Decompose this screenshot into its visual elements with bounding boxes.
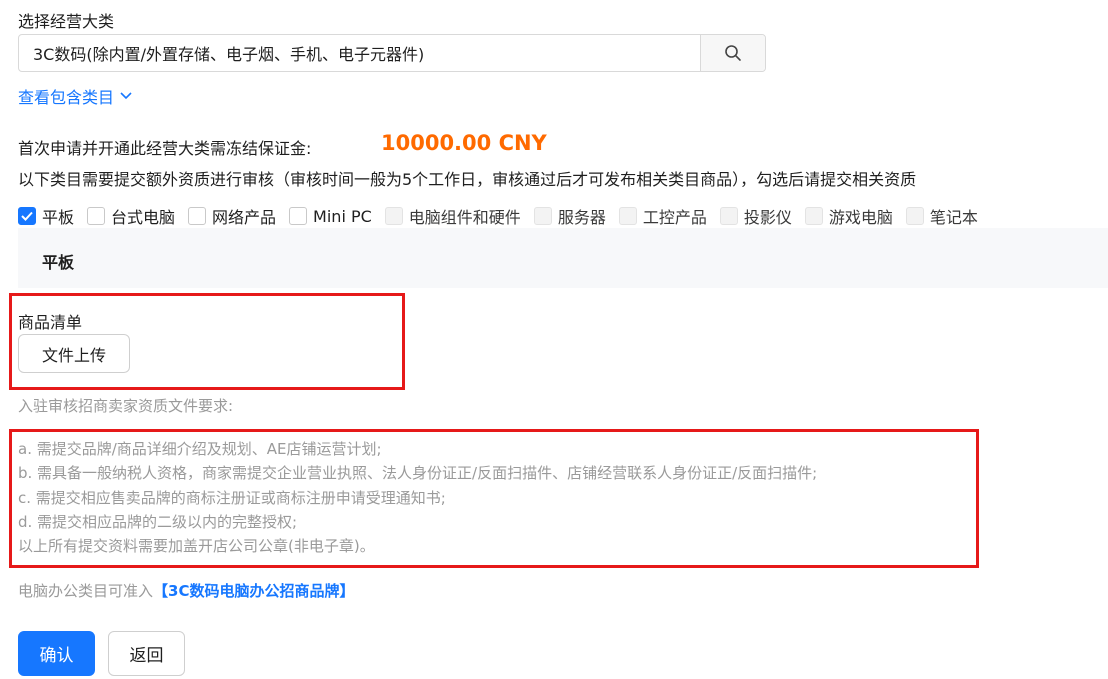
access-prefix: 电脑办公类目可准入 <box>18 582 154 600</box>
checkbox-icon <box>87 207 106 225</box>
category-checkbox-components[interactable]: 电脑组件和硬件 <box>384 204 521 228</box>
category-checkbox-group: 平板 台式电脑 网络产品 Mini PC 电脑组件和硬件 服务器 工控产品 投影… <box>18 204 991 228</box>
category-checkbox-projector[interactable]: 投影仪 <box>719 204 792 228</box>
checkbox-disabled-icon <box>905 207 924 225</box>
checkbox-disabled-icon <box>618 207 637 225</box>
category-select-input[interactable] <box>19 35 700 71</box>
category-checkbox-tablet[interactable]: 平板 <box>18 204 74 228</box>
category-checkbox-server[interactable]: 服务器 <box>533 204 606 228</box>
checkbox-disabled-icon <box>804 207 823 225</box>
search-icon <box>725 45 741 61</box>
category-label: 平板 <box>42 208 75 227</box>
category-checkbox-network[interactable]: 网络产品 <box>188 204 276 228</box>
category-checkbox-mini-pc[interactable]: Mini PC <box>289 207 372 226</box>
category-checkbox-laptop[interactable]: 笔记本 <box>905 204 978 228</box>
requirement-item: d. 需提交相应品牌的二级以内的完整授权; <box>18 512 298 531</box>
requirement-item: a. 需提交品牌/商品详细介绍及规划、AE店铺运营计划; <box>18 440 382 458</box>
category-label: Mini PC <box>313 206 372 226</box>
confirm-button[interactable]: 确认 <box>18 631 95 676</box>
checkbox-disabled-icon <box>719 207 738 225</box>
extra-qualification-note: 以下类目需要提交额外资质进行审核（审核时间一般为5个工作日，审核通过后才可发布相… <box>18 170 917 189</box>
category-label: 工控产品 <box>642 208 707 227</box>
requirements-list: a. 需提交品牌/商品详细介绍及规划、AE店铺运营计划; b. 需具备一般纳税人… <box>18 437 817 558</box>
checkbox-disabled-icon <box>533 207 552 225</box>
back-button[interactable]: 返回 <box>108 631 185 676</box>
requirement-item: 以上所有提交资料需要加盖开店公司公章(非电子章)。 <box>18 537 375 556</box>
category-select-label: 选择经营大类 <box>18 12 115 31</box>
view-included-categories-link[interactable]: 查看包含类目 <box>18 84 132 108</box>
goods-list-label: 商品清单 <box>18 313 83 332</box>
category-panel-header <box>18 228 1108 288</box>
category-label: 笔记本 <box>929 208 978 227</box>
view-included-categories-label: 查看包含类目 <box>18 88 115 107</box>
category-label: 服务器 <box>557 208 606 227</box>
category-label: 网络产品 <box>212 208 277 227</box>
category-panel-title: 平板 <box>42 253 75 272</box>
chevron-down-icon <box>120 92 132 100</box>
category-label: 游戏电脑 <box>828 208 893 227</box>
checkbox-disabled-icon <box>384 207 403 225</box>
checkbox-icon <box>188 207 207 225</box>
search-button[interactable] <box>700 35 765 71</box>
deposit-label: 首次申请并开通此经营大类需冻结保证金: <box>18 139 312 158</box>
category-checkbox-gaming-pc[interactable]: 游戏电脑 <box>804 204 893 228</box>
deposit-amount: 10000.00 CNY <box>381 131 547 155</box>
category-checkbox-industrial[interactable]: 工控产品 <box>618 204 707 228</box>
category-search-box <box>18 34 766 72</box>
requirement-item: b. 需具备一般纳税人资格，商家需提交企业营业执照、法人身份证正/反面扫描件、店… <box>18 464 818 483</box>
category-label: 投影仪 <box>743 208 792 227</box>
file-upload-button[interactable]: 文件上传 <box>18 334 130 373</box>
category-label: 台式电脑 <box>111 208 176 227</box>
checkbox-checked-icon <box>18 207 36 225</box>
access-note: 电脑办公类目可准入【3C数码电脑办公招商品牌】 <box>18 580 354 601</box>
category-label: 电脑组件和硬件 <box>408 208 521 227</box>
category-checkbox-desktop[interactable]: 台式电脑 <box>87 204 175 228</box>
requirement-item: c. 需提交相应售卖品牌的商标注册证或商标注册申请受理通知书; <box>18 488 446 507</box>
requirements-title: 入驻审核招商卖家资质文件要求: <box>18 397 234 415</box>
checkbox-icon <box>289 207 308 225</box>
brand-list-link[interactable]: 【3C数码电脑办公招商品牌】 <box>153 582 354 600</box>
